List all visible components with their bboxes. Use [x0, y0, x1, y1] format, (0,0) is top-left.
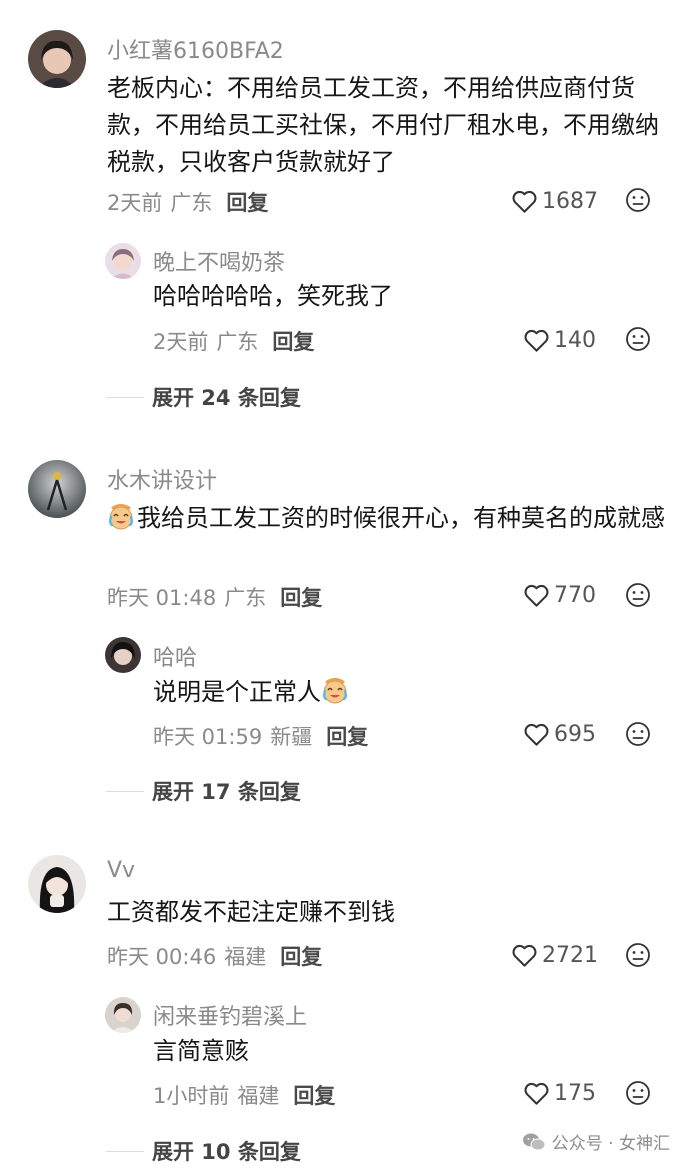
reply-meta: 昨天 01:59 新疆 回复 — [153, 721, 368, 751]
like-count: 2721 — [542, 942, 598, 968]
reply-button[interactable]: 回复 — [272, 330, 314, 354]
comment-text: 我给员工发工资的时候很开心，有种莫名的成就感 — [107, 500, 667, 537]
reply-username[interactable]: 闲来垂钓碧溪上 — [153, 999, 307, 1031]
comment-text-body: 我给员工发工资的时候很开心，有种莫名的成就感 — [137, 504, 665, 532]
dislike-icon[interactable] — [625, 187, 651, 213]
dislike-icon[interactable] — [625, 582, 651, 608]
reply-username[interactable]: 晚上不喝奶茶 — [153, 245, 285, 277]
wechat-icon — [522, 1133, 546, 1150]
reply-text: 哈哈哈哈哈，笑死我了 — [153, 282, 393, 310]
like-count: 770 — [554, 582, 596, 608]
reply-meta: 1小时前 福建 回复 — [153, 1080, 335, 1110]
heart-icon — [524, 584, 549, 607]
comment-location: 广东 — [224, 586, 267, 610]
heart-icon — [512, 190, 537, 213]
comment-location: 福建 — [224, 945, 267, 969]
reply-text: 说明是个正常人 — [153, 674, 653, 711]
like-count: 175 — [554, 1080, 596, 1106]
heart-icon — [524, 723, 549, 746]
reply-button[interactable]: 回复 — [280, 945, 322, 969]
comment-meta: 昨天 00:46 福建 回复 — [107, 941, 322, 971]
reply-text: 言简意赅 — [153, 1037, 249, 1065]
avatar[interactable] — [105, 243, 141, 279]
comment-meta: 2天前 广东 回复 — [107, 187, 268, 217]
reply-meta: 2天前 广东 回复 — [153, 326, 314, 356]
like-button[interactable]: 695 — [523, 719, 596, 749]
expand-replies-label: 展开 17 条回复 — [152, 780, 301, 804]
reply-username[interactable]: 哈哈 — [153, 640, 197, 672]
heart-icon — [512, 944, 537, 967]
like-count: 140 — [554, 327, 596, 353]
reply-button[interactable]: 回复 — [226, 191, 268, 215]
reply-button[interactable]: 回复 — [280, 586, 322, 610]
expand-replies-button[interactable]: 展开 17 条回复 — [106, 776, 301, 806]
dislike-icon[interactable] — [625, 326, 651, 352]
comment-time: 昨天 00:46 — [107, 945, 217, 969]
reply-time: 昨天 01:59 — [153, 725, 263, 749]
reply-location: 福建 — [237, 1084, 280, 1108]
expand-replies-button[interactable]: 展开 24 条回复 — [106, 382, 301, 412]
like-button[interactable]: 2721 — [511, 940, 598, 970]
crying-laughing-emoji — [323, 678, 347, 704]
expand-replies-label: 展开 24 条回复 — [152, 386, 301, 410]
heart-icon — [524, 1082, 549, 1105]
divider — [106, 396, 144, 398]
like-count: 1687 — [542, 188, 598, 214]
avatar[interactable] — [105, 997, 141, 1033]
like-button[interactable]: 1687 — [511, 186, 598, 216]
avatar[interactable] — [28, 460, 86, 518]
comment-feed: 小红薯6160BFA2 老板内心：不用给员工发工资，不用给供应商付货款，不用给员… — [0, 0, 690, 1176]
dislike-icon[interactable] — [625, 721, 651, 747]
like-count: 695 — [554, 721, 596, 747]
reply-location: 新疆 — [270, 725, 313, 749]
avatar[interactable] — [28, 30, 86, 88]
reply-time: 2天前 — [153, 330, 209, 354]
comment-time: 昨天 01:48 — [107, 586, 217, 610]
crying-laughing-emoji — [109, 504, 133, 530]
dislike-icon[interactable] — [625, 1080, 651, 1106]
comment-time: 2天前 — [107, 191, 163, 215]
avatar[interactable] — [105, 637, 141, 673]
watermark-text: 公众号 · 女神汇 — [551, 1134, 670, 1154]
reply-button[interactable]: 回复 — [293, 1084, 335, 1108]
comment-username[interactable]: 小红薯6160BFA2 — [107, 33, 284, 65]
reply-text-body: 说明是个正常人 — [153, 678, 321, 706]
like-button[interactable]: 140 — [523, 325, 596, 355]
reply-button[interactable]: 回复 — [326, 725, 368, 749]
comment-text: 工资都发不起注定赚不到钱 — [107, 898, 395, 926]
comment-username[interactable]: Vv — [107, 858, 135, 883]
dislike-icon[interactable] — [625, 942, 651, 968]
comment-username[interactable]: 水木讲设计 — [107, 463, 217, 495]
like-button[interactable]: 770 — [523, 580, 596, 610]
avatar[interactable] — [28, 855, 86, 913]
reply-location: 广东 — [216, 330, 259, 354]
divider — [106, 1150, 144, 1152]
watermark: 公众号 · 女神汇 — [522, 1129, 670, 1154]
divider — [106, 790, 144, 792]
expand-replies-button[interactable]: 展开 10 条回复 — [106, 1136, 301, 1166]
comment-location: 广东 — [170, 191, 213, 215]
like-button[interactable]: 175 — [523, 1078, 596, 1108]
reply-time: 1小时前 — [153, 1084, 230, 1108]
comment-text: 老板内心：不用给员工发工资，不用给供应商付货款，不用给员工买社保，不用付厂租水电… — [107, 74, 659, 176]
expand-replies-label: 展开 10 条回复 — [152, 1140, 301, 1164]
heart-icon — [524, 329, 549, 352]
comment-meta: 昨天 01:48 广东 回复 — [107, 582, 322, 612]
